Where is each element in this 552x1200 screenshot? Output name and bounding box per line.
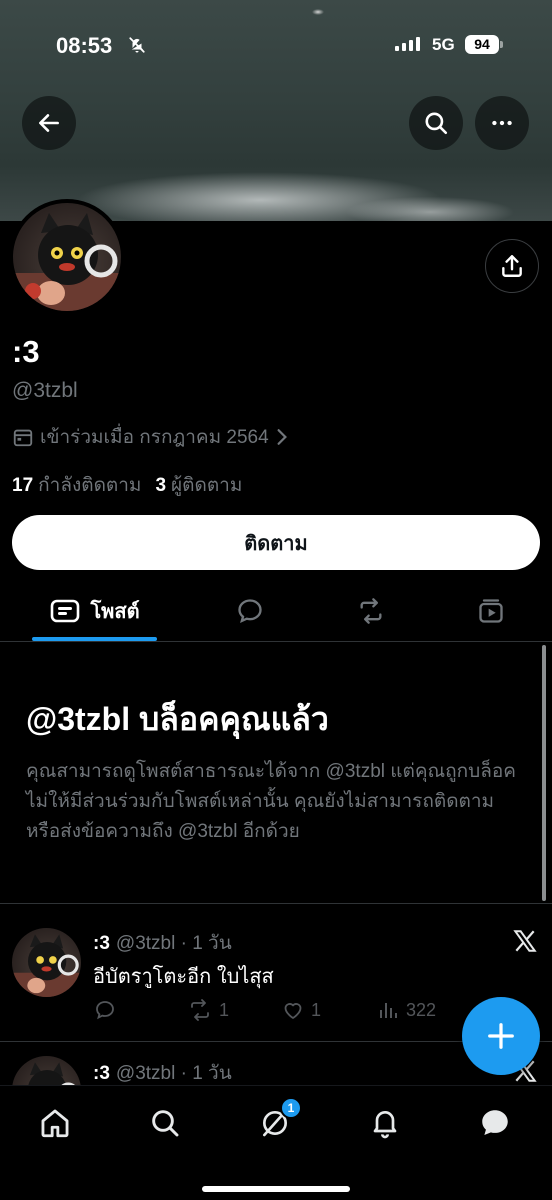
following-count: 17 [12, 475, 34, 496]
more-options-button[interactable] [475, 96, 529, 150]
posts-tab-icon [51, 599, 80, 623]
scrollbar[interactable] [542, 645, 546, 901]
profile-avatar[interactable] [9, 199, 125, 315]
profile-tabs: โพสต์ [0, 582, 552, 642]
profile-handle: @3tzbl [12, 379, 78, 402]
search-icon [425, 112, 448, 135]
tab-reposts[interactable] [346, 582, 396, 640]
following-label: กำลังติดตาม [38, 475, 142, 496]
tab-posts[interactable]: โพสต์ [32, 582, 158, 640]
joined-date-row[interactable]: เข้าร่วมเมื่อ กรกฎาคม 2564 [12, 424, 289, 450]
nav-notifications[interactable] [365, 1103, 405, 1143]
nav-messages[interactable] [475, 1103, 515, 1143]
reply-button[interactable] [93, 998, 123, 1022]
bell-muted-icon [129, 37, 145, 53]
reply-bubble-icon [238, 599, 262, 624]
calendar-icon [13, 429, 33, 447]
views-chart-icon [380, 1003, 397, 1018]
follow-stats: 17 กำลังติดตาม 3 ผู้ติดตาม [12, 470, 242, 500]
post-author-name[interactable]: :3 [93, 1063, 110, 1084]
blocked-notice-body: คุณสามารถดูโพสต์สาธารณะได้จาก @3tzbl แต่… [26, 761, 517, 842]
nav-search[interactable] [145, 1103, 185, 1143]
home-icon [41, 1109, 69, 1138]
blocked-notice-title: @3tzbl บล็อคคุณแล้ว [26, 701, 329, 737]
battery-tip [500, 41, 503, 48]
post-author-name[interactable]: :3 [93, 933, 110, 954]
repost-button[interactable]: 1 [187, 998, 229, 1022]
chat-bubble-icon [482, 1110, 508, 1136]
share-button[interactable] [485, 239, 539, 293]
plush-toy-icon [12, 934, 81, 997]
bottom-navigation: 1 [0, 1085, 552, 1200]
status-time: 08:53 [56, 33, 113, 58]
battery-indicator: 94 [465, 35, 499, 54]
followers-link[interactable]: 3 ผู้ติดตาม [155, 470, 242, 500]
network-type: 5G [432, 35, 455, 54]
heart-icon [284, 1003, 302, 1019]
bell-icon [373, 1111, 397, 1139]
x-logo-icon [513, 930, 537, 952]
home-indicator [202, 1186, 350, 1192]
post-header: :3 @3tzbl · 1 วัน [93, 1058, 232, 1085]
post-text: อีบัตราูโตะอีก ใบไสุส [93, 966, 274, 988]
more-dots-icon [492, 120, 512, 126]
followers-label: ผู้ติดตาม [171, 475, 243, 496]
post-meta: @3tzbl · 1 วัน [115, 1063, 232, 1084]
followers-count: 3 [155, 475, 167, 496]
compose-post-button[interactable] [462, 997, 540, 1075]
post-header: :3 @3tzbl · 1 วัน [93, 928, 232, 958]
following-link[interactable]: 17 กำลังติดตาม [12, 470, 141, 500]
active-tab-indicator [32, 637, 157, 641]
plus-icon [488, 1023, 514, 1049]
tab-posts-label: โพสต์ [90, 601, 140, 623]
like-count: 1 [311, 999, 322, 1020]
chevron-right-icon [277, 429, 287, 445]
views-button[interactable]: 322 [376, 998, 436, 1022]
notification-badge: 1 [280, 1097, 302, 1119]
tab-replies[interactable] [225, 582, 275, 640]
view-count: 322 [406, 999, 437, 1020]
post-avatar[interactable] [12, 1056, 81, 1085]
nav-home[interactable] [35, 1103, 75, 1143]
avatar-photo [13, 203, 121, 311]
repost-icon [360, 598, 382, 624]
plush-toy-icon [13, 213, 121, 311]
post-meta: @3tzbl · 1 วัน [115, 933, 232, 954]
like-button[interactable]: 1 [281, 998, 321, 1022]
signal-icon [395, 37, 420, 51]
repost-icon [191, 999, 209, 1021]
profile-display-name: :3 [12, 334, 40, 369]
tab-media[interactable] [466, 582, 516, 640]
arrow-left-icon [39, 114, 59, 132]
plush-toy-icon [28, 1062, 76, 1085]
repost-count: 1 [219, 999, 230, 1020]
search-button[interactable] [409, 96, 463, 150]
follow-button[interactable]: ติดตาม [12, 515, 540, 570]
reply-icon [96, 1001, 114, 1020]
search-icon [152, 1110, 179, 1137]
video-icon [479, 599, 503, 623]
share-icon [502, 255, 522, 277]
post-avatar[interactable] [12, 928, 81, 997]
joined-date: เข้าร่วมเมื่อ กรกฎาคม 2564 [40, 427, 269, 448]
back-button[interactable] [22, 96, 76, 150]
